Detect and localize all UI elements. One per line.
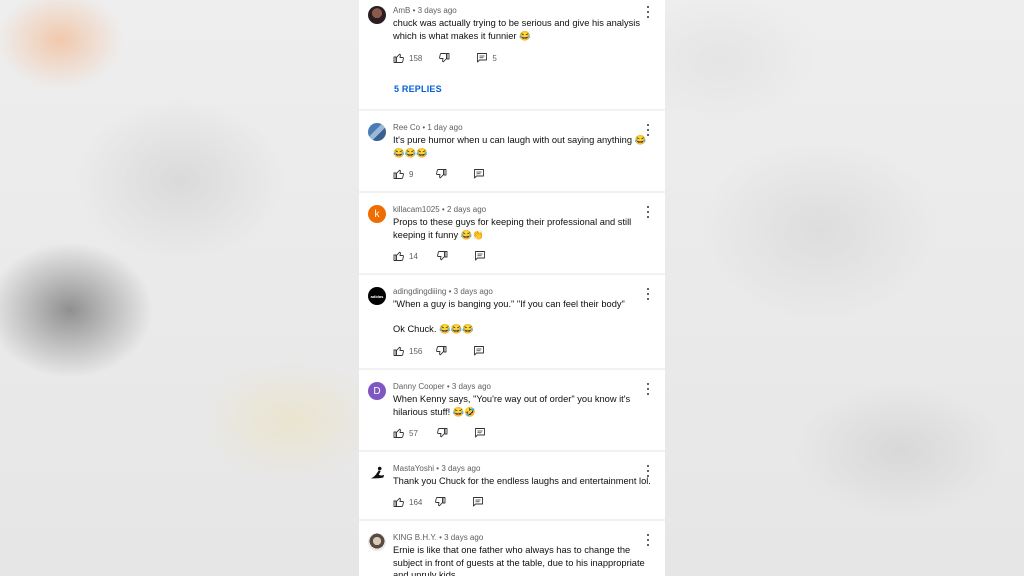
author-name[interactable]: killacam1025 (393, 205, 440, 214)
like-count: 156 (409, 346, 423, 356)
comment-actions: 14 (393, 249, 486, 263)
dislike-button[interactable] (438, 52, 450, 64)
thumbs-up-icon (393, 497, 404, 507)
comment-actions: 9 (393, 167, 485, 181)
comment-meta: killacam1025 • 2 days ago (393, 205, 487, 214)
comments-panel[interactable]: AmB • 3 days ago chuck was actually tryi… (359, 0, 665, 576)
dislike-button[interactable] (436, 427, 448, 439)
thumbs-up-icon (393, 53, 404, 63)
comment-reply-icon (474, 251, 485, 261)
reply-button[interactable] (473, 168, 485, 180)
comment-time: 3 days ago (444, 533, 484, 542)
user-avatar[interactable]: k (368, 205, 386, 223)
comment-text: "When a guy is banging you." "If you can… (393, 299, 625, 334)
like-count: 9 (409, 169, 414, 179)
thumbs-up-icon (393, 251, 404, 261)
thumbs-up-icon (393, 428, 404, 438)
comment-item: KING B.H.Y. • 3 days ago Ernie is like t… (359, 521, 665, 576)
comment-actions: 57 (393, 426, 486, 440)
comment-meta: AmB • 3 days ago (393, 6, 457, 15)
thumbs-down-icon (436, 169, 447, 179)
comment-text: When Kenny says, "You're way out of orde… (393, 394, 631, 417)
comment-item: adidas adingdingdiiing • 3 days ago "Whe… (359, 275, 665, 368)
comment-time: 2 days ago (446, 205, 487, 214)
comment-actions: 156 (393, 344, 485, 358)
comment-text: It's pure humor when u can laugh with ou… (393, 135, 647, 158)
user-avatar[interactable] (368, 123, 386, 141)
like-button[interactable]: 158 (393, 52, 422, 64)
user-avatar[interactable]: adidas (368, 287, 386, 305)
thumbs-down-icon (435, 497, 446, 507)
reply-button[interactable] (474, 250, 486, 262)
like-count: 164 (409, 497, 423, 507)
author-name[interactable]: Ree Co (393, 123, 420, 132)
user-avatar[interactable]: D (368, 382, 386, 400)
comment-meta: KING B.H.Y. • 3 days ago (393, 533, 484, 542)
thumbs-down-icon (439, 53, 450, 63)
like-button[interactable]: 57 (393, 427, 418, 439)
reply-button[interactable]: 5 (476, 52, 497, 64)
comment-time: 1 day ago (427, 123, 463, 132)
thumbs-down-icon (436, 428, 448, 438)
thumbs-up-icon (393, 169, 404, 179)
character-silhouette-icon (370, 466, 385, 479)
like-count: 57 (409, 428, 418, 438)
comment-text: Thank you Chuck for the endless laughs a… (393, 476, 651, 486)
like-button[interactable]: 156 (393, 345, 422, 357)
comment-reply-icon (474, 428, 485, 438)
thumbs-up-icon (393, 346, 404, 356)
comment-meta: adingdingdiiing • 3 days ago (393, 287, 493, 296)
comment-reply-icon (474, 169, 485, 179)
dislike-button[interactable] (434, 496, 446, 508)
reply-button[interactable] (472, 496, 484, 508)
thumbs-down-icon (436, 251, 448, 261)
comment-actions: 158 5 (393, 51, 497, 65)
comment-reply-icon (474, 346, 485, 356)
like-count: 14 (409, 251, 418, 261)
author-name[interactable]: Danny Cooper (393, 382, 445, 391)
comment-reply-icon (477, 53, 488, 63)
like-button[interactable]: 164 (393, 496, 422, 508)
like-count: 158 (409, 53, 423, 63)
comment-actions: 164 (393, 495, 484, 509)
comment-item: MastaYoshi • 3 days ago Thank you Chuck … (359, 452, 665, 519)
comment-item: k killacam1025 • 2 days ago Props to the… (359, 193, 665, 273)
reply-button[interactable] (473, 345, 485, 357)
dislike-button[interactable] (435, 168, 447, 180)
reply-button[interactable] (474, 427, 486, 439)
comment-time: 3 days ago (451, 382, 491, 391)
comment-item: D Danny Cooper • 3 days ago When Kenny s… (359, 370, 665, 450)
user-avatar[interactable] (368, 6, 386, 24)
comment-text: chuck was actually trying to be serious … (393, 18, 641, 41)
reply-count: 5 (492, 53, 497, 63)
comment-text: Ernie is like that one father who always… (393, 545, 645, 576)
author-name[interactable]: adingdingdiiing (393, 287, 446, 296)
like-button[interactable]: 9 (393, 168, 413, 180)
thumbs-down-icon (436, 346, 447, 356)
author-name[interactable]: MastaYoshi (393, 464, 434, 473)
comment-meta: Ree Co • 1 day ago (393, 123, 463, 132)
view-replies-button[interactable]: 5 REPLIES (394, 84, 442, 94)
comment-time: 3 days ago (441, 464, 481, 473)
comment-reply-icon (473, 497, 484, 507)
comment-item: Ree Co • 1 day ago It's pure humor when … (359, 111, 665, 191)
like-button[interactable]: 14 (393, 250, 418, 262)
comment-meta: MastaYoshi • 3 days ago (393, 464, 481, 473)
dislike-button[interactable] (435, 345, 447, 357)
comment-time: 3 days ago (417, 6, 457, 15)
author-name[interactable]: AmB (393, 6, 410, 15)
comment-item: AmB • 3 days ago chuck was actually tryi… (359, 0, 665, 109)
user-avatar[interactable] (368, 533, 386, 551)
dislike-button[interactable] (436, 250, 448, 262)
comment-time: 3 days ago (453, 287, 493, 296)
comment-meta: Danny Cooper • 3 days ago (393, 382, 491, 391)
comment-text: Props to these guys for keeping their pr… (393, 217, 632, 240)
user-avatar[interactable] (368, 464, 386, 482)
author-name[interactable]: KING B.H.Y. (393, 533, 437, 542)
